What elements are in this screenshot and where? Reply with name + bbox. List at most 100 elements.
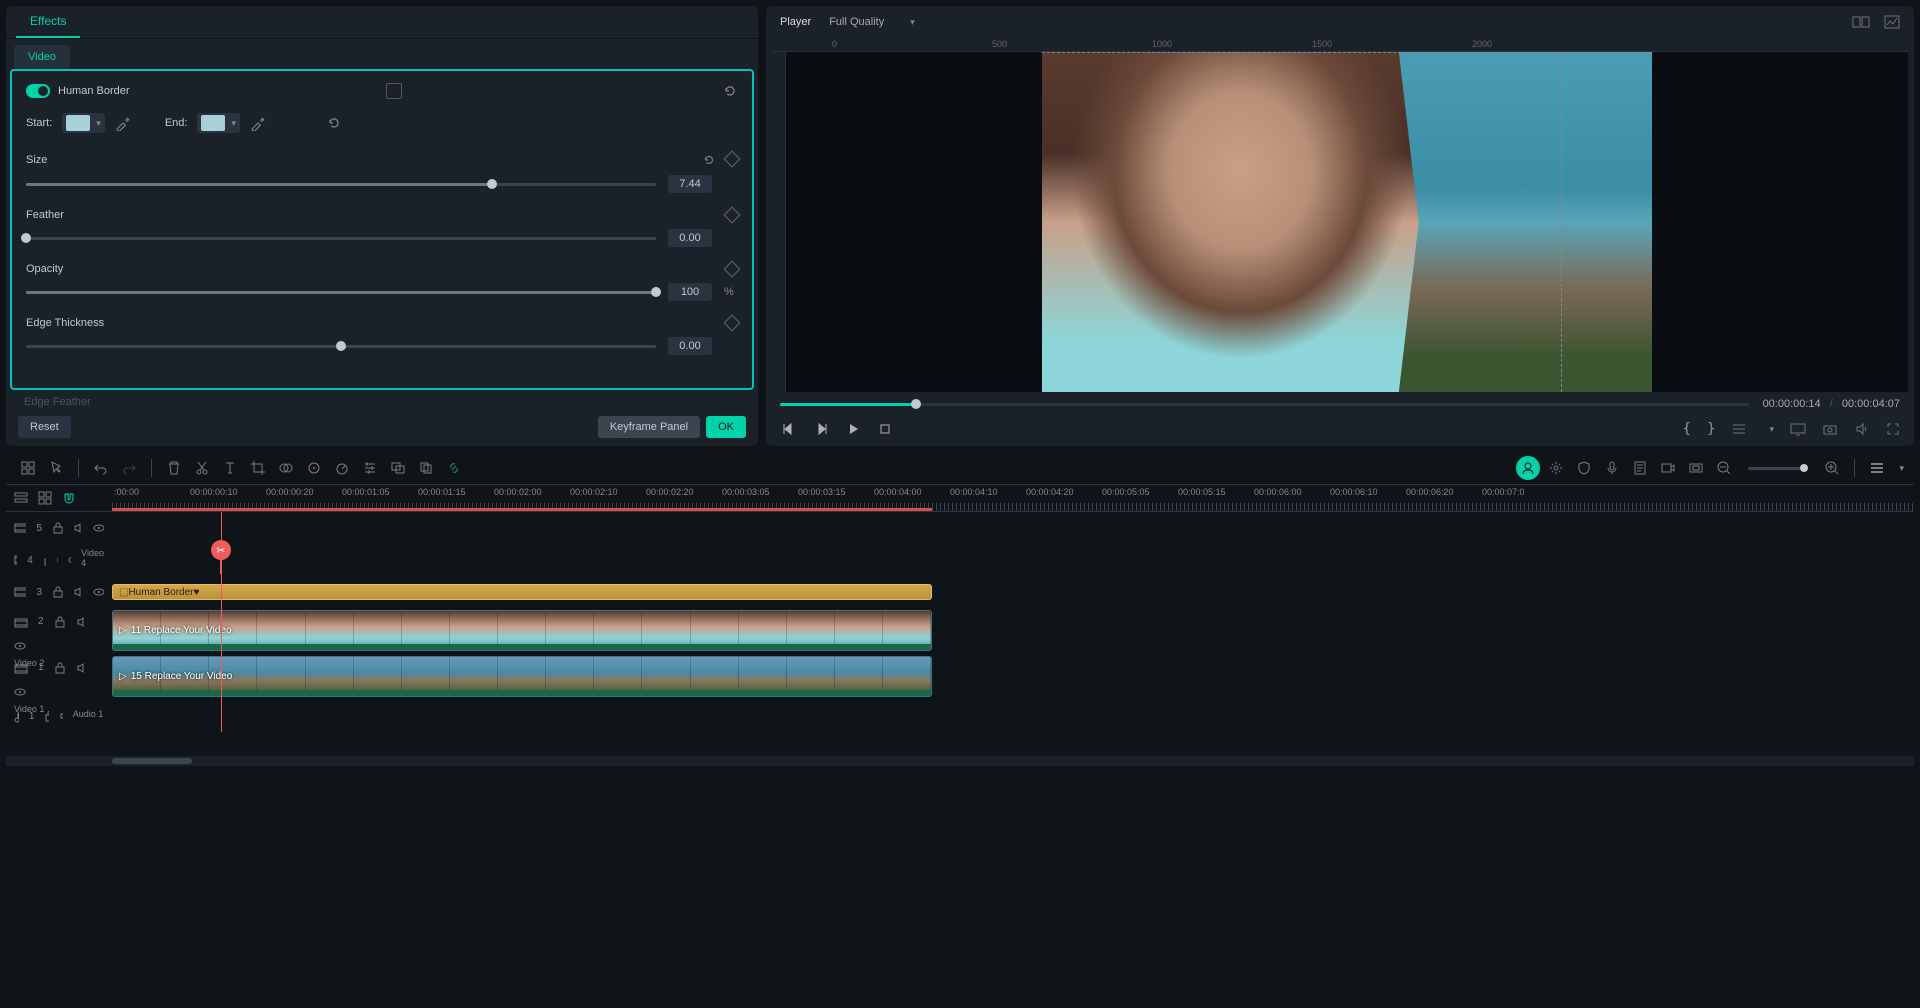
video-subtab[interactable]: Video — [14, 45, 70, 69]
reset-effect-icon[interactable] — [722, 83, 738, 99]
timeline-scrollbar[interactable] — [6, 756, 1914, 766]
snapshot-icon[interactable] — [1822, 422, 1838, 436]
layout-icon[interactable] — [16, 456, 40, 480]
ok-button[interactable]: OK — [706, 416, 746, 438]
note-icon[interactable] — [1628, 456, 1652, 480]
end-color-label: End: — [165, 117, 188, 129]
time-ruler[interactable]: :00:0000:00:00:1000:00:00:2000:00:01:050… — [112, 485, 1914, 511]
play-button[interactable] — [844, 420, 862, 438]
chevron-down-icon[interactable]: ▾ — [1899, 463, 1904, 474]
group-icon[interactable] — [386, 456, 410, 480]
mute-icon[interactable] — [59, 710, 63, 722]
eyedropper-end-icon[interactable] — [250, 115, 266, 131]
speed-icon[interactable] — [330, 456, 354, 480]
keyframe-edge-thickness-icon[interactable] — [724, 315, 741, 332]
gear-icon[interactable] — [1544, 456, 1568, 480]
mute-icon[interactable] — [76, 662, 88, 674]
effects-tab[interactable]: Effects — [16, 6, 80, 38]
lock-icon[interactable] — [52, 586, 63, 598]
eye-icon[interactable] — [14, 686, 26, 698]
keyframe-panel-button[interactable]: Keyframe Panel — [598, 416, 700, 438]
text-icon[interactable] — [218, 456, 242, 480]
end-color-select[interactable]: ▾ — [197, 113, 240, 133]
eye-icon[interactable] — [14, 640, 26, 652]
compare-view-icon[interactable] — [1852, 15, 1870, 29]
scrub-slider[interactable] — [780, 403, 1749, 406]
motion-icon[interactable] — [302, 456, 326, 480]
video-clip-1[interactable]: ▷ 15 Replace Your Video — [112, 656, 932, 697]
lock-icon[interactable] — [54, 662, 66, 674]
zoom-in-icon[interactable] — [1820, 456, 1844, 480]
size-value[interactable]: 7.44 — [668, 175, 712, 193]
effect-clip[interactable]: ⬚Human Border♥ — [112, 584, 932, 600]
preview-area[interactable] — [790, 56, 1904, 388]
ai-portrait-icon[interactable] — [1516, 456, 1540, 480]
magnet-icon[interactable] — [62, 491, 76, 505]
mark-out-button[interactable]: } — [1707, 421, 1715, 437]
record-icon[interactable] — [1656, 456, 1680, 480]
track-number: 1 — [29, 711, 35, 722]
keyframe-feather-icon[interactable] — [724, 207, 741, 224]
select-tool-icon[interactable] — [44, 456, 68, 480]
reset-size-icon[interactable] — [702, 153, 716, 167]
track-layout-icon[interactable] — [14, 491, 28, 505]
lock-icon[interactable] — [54, 616, 66, 628]
mute-icon[interactable] — [56, 554, 59, 566]
quality-dropdown[interactable]: Full Quality ▾ — [829, 16, 915, 28]
effect-toggle[interactable] — [26, 84, 50, 98]
mask-icon[interactable] — [274, 456, 298, 480]
feather-value[interactable]: 0.00 — [668, 229, 712, 247]
shield-icon[interactable] — [1572, 456, 1596, 480]
undo-icon[interactable] — [89, 456, 113, 480]
edge-thickness-value[interactable]: 0.00 — [668, 337, 712, 355]
start-color-select[interactable]: ▾ — [62, 113, 105, 133]
eye-icon[interactable] — [93, 586, 104, 598]
track-row-video5 — [112, 512, 1914, 544]
lock-icon[interactable] — [44, 710, 48, 722]
copy-icon[interactable] — [414, 456, 438, 480]
mute-icon[interactable] — [73, 522, 84, 534]
track-view-icon[interactable] — [1865, 456, 1889, 480]
edge-thickness-slider[interactable] — [26, 345, 656, 348]
delete-icon[interactable] — [162, 456, 186, 480]
effect-header-row: Human Border — [26, 83, 738, 99]
opacity-slider[interactable] — [26, 291, 656, 294]
display-icon[interactable] — [1790, 422, 1806, 436]
mark-in-button[interactable]: { — [1683, 421, 1691, 437]
mute-icon[interactable] — [76, 616, 88, 628]
size-slider[interactable] — [26, 183, 656, 186]
eyedropper-start-icon[interactable] — [115, 115, 131, 131]
stop-button[interactable] — [876, 420, 894, 438]
mic-icon[interactable] — [1600, 456, 1624, 480]
mute-icon[interactable] — [73, 586, 84, 598]
fullscreen-icon[interactable] — [1886, 422, 1900, 436]
lock-icon[interactable] — [52, 522, 63, 534]
lock-icon[interactable] — [43, 554, 46, 566]
tracks-content[interactable]: ⬚Human Border♥ ▷ 11 Replace Your Video ▷… — [112, 512, 1914, 732]
marker-icon[interactable] — [1684, 456, 1708, 480]
link-icon[interactable] — [442, 456, 466, 480]
volume-icon[interactable] — [1854, 422, 1870, 436]
opacity-value[interactable]: 100 — [668, 283, 712, 301]
cut-icon[interactable] — [190, 456, 214, 480]
video-clip-2[interactable]: ▷ 11 Replace Your Video — [112, 610, 932, 651]
eye-icon[interactable] — [93, 522, 104, 534]
keyframe-opacity-icon[interactable] — [724, 261, 741, 278]
zoom-slider[interactable] — [1748, 467, 1808, 470]
prev-frame-button[interactable] — [780, 420, 798, 438]
redo-icon[interactable] — [117, 456, 141, 480]
list-icon[interactable] — [1731, 422, 1747, 436]
reset-colors-icon[interactable] — [326, 115, 342, 131]
crop-icon[interactable] — [246, 456, 270, 480]
expand-icon[interactable] — [386, 83, 402, 99]
chevron-down-icon[interactable]: ▾ — [1769, 424, 1774, 435]
feather-slider[interactable] — [26, 237, 656, 240]
zoom-out-icon[interactable] — [1712, 456, 1736, 480]
track-grid-icon[interactable] — [38, 491, 52, 505]
keyframe-size-icon[interactable] — [724, 151, 741, 168]
next-frame-button[interactable] — [812, 420, 830, 438]
eye-icon[interactable] — [68, 554, 71, 566]
scope-icon[interactable] — [1884, 15, 1900, 29]
reset-button[interactable]: Reset — [18, 416, 71, 438]
adjust-icon[interactable] — [358, 456, 382, 480]
